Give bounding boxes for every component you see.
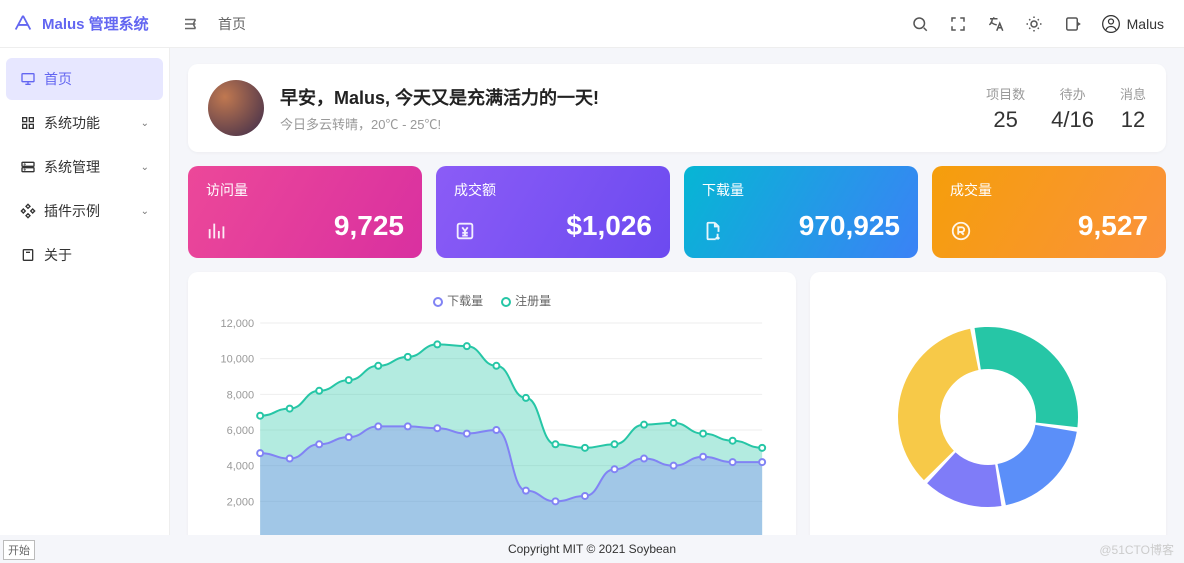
start-button[interactable]: 开始	[3, 540, 35, 560]
chevron-down-icon: ⌄	[141, 162, 149, 173]
line-chart-card: 下载量 注册量 2,000 4,000 6,000 8,000 10,000 12,000	[188, 272, 796, 535]
donut-chart-card	[810, 272, 1166, 535]
charts-row: 下载量 注册量 2,000 4,000 6,000 8,000 10,000 12,000	[188, 272, 1166, 535]
bar-chart-icon	[206, 220, 228, 242]
stat-todos: 待办4/16	[1051, 84, 1094, 133]
svg-text:8,000: 8,000	[227, 389, 255, 401]
sidebar-item-features[interactable]: 系统功能 ⌄	[6, 102, 163, 144]
fullscreen-icon[interactable]	[949, 15, 967, 33]
sidebar-item-label: 系统管理	[44, 157, 100, 177]
line-chart-legend: 下载量 注册量	[208, 292, 776, 309]
main-content: 早安，Malus, 今天又是充满活力的一天! 今日多云转晴，20℃ - 25℃!…	[170, 48, 1184, 535]
svg-text:2,000: 2,000	[227, 496, 255, 508]
grid-icon	[20, 115, 36, 131]
app-logo-icon	[12, 13, 34, 35]
stat-projects: 项目数25	[986, 84, 1025, 133]
sidebar-item-label: 关于	[44, 245, 72, 265]
donut-chart[interactable]	[878, 307, 1098, 527]
svg-text:12,000: 12,000	[220, 318, 254, 330]
language-icon[interactable]	[987, 15, 1005, 33]
header: Malus 管理系统 首页 Malus	[0, 0, 1184, 48]
breadcrumb[interactable]: 首页	[218, 14, 246, 34]
logo[interactable]: Malus 管理系统	[12, 13, 170, 35]
stat-card-visits[interactable]: 访问量 9,725	[188, 166, 422, 258]
collapse-sidebar-button[interactable]	[182, 15, 200, 33]
chevron-down-icon: ⌄	[141, 206, 149, 217]
sidebar-item-about[interactable]: 关于	[6, 234, 163, 276]
monitor-icon	[20, 71, 36, 87]
server-icon	[20, 159, 36, 175]
stat-card-deals[interactable]: 成交量 9,527	[932, 166, 1166, 258]
footer-text: Copyright MIT © 2021 Soybean	[508, 542, 676, 556]
sidebar: 首页 系统功能 ⌄ 系统管理 ⌄ 插件示例 ⌄	[0, 48, 170, 535]
line-chart[interactable]: 2,000 4,000 6,000 8,000 10,000 12,000	[208, 317, 776, 535]
greeting-card: 早安，Malus, 今天又是充满活力的一天! 今日多云转晴，20℃ - 25℃!…	[188, 64, 1166, 152]
greeting-title: 早安，Malus, 今天又是充满活力的一天!	[280, 84, 599, 110]
currency-icon	[454, 220, 476, 242]
user-icon	[1101, 14, 1121, 34]
sidebar-item-label: 插件示例	[44, 201, 100, 221]
download-icon	[702, 220, 724, 242]
search-icon[interactable]	[911, 15, 929, 33]
stat-card-downloads[interactable]: 下载量 970,925	[684, 166, 918, 258]
settings-icon[interactable]	[1063, 15, 1081, 33]
stat-cards-row: 访问量 9,725 成交额 $1,026 下载量 970,925	[188, 166, 1166, 258]
watermark: @51CTO博客	[1099, 541, 1174, 558]
chevron-down-icon: ⌄	[141, 118, 149, 129]
user-name: Malus	[1127, 16, 1164, 32]
user-menu[interactable]: Malus	[1101, 14, 1164, 34]
book-icon	[20, 247, 36, 263]
svg-text:4,000: 4,000	[227, 461, 255, 473]
stat-card-revenue[interactable]: 成交额 $1,026	[436, 166, 670, 258]
footer: Copyright MIT © 2021 Soybean @51CTO博客	[0, 535, 1184, 563]
sidebar-item-admin[interactable]: 系统管理 ⌄	[6, 146, 163, 188]
plugin-icon	[20, 203, 36, 219]
app-title: Malus 管理系统	[42, 13, 149, 34]
stat-messages: 消息12	[1120, 84, 1146, 133]
avatar	[208, 80, 264, 136]
theme-icon[interactable]	[1025, 15, 1043, 33]
registered-icon	[950, 220, 972, 242]
sidebar-item-plugins[interactable]: 插件示例 ⌄	[6, 190, 163, 232]
svg-text:6,000: 6,000	[227, 425, 255, 437]
greeting-subtitle: 今日多云转晴，20℃ - 25℃!	[280, 114, 599, 133]
svg-text:10,000: 10,000	[220, 354, 254, 366]
sidebar-item-home[interactable]: 首页	[6, 58, 163, 100]
sidebar-item-label: 系统功能	[44, 113, 100, 133]
sidebar-item-label: 首页	[44, 69, 72, 89]
